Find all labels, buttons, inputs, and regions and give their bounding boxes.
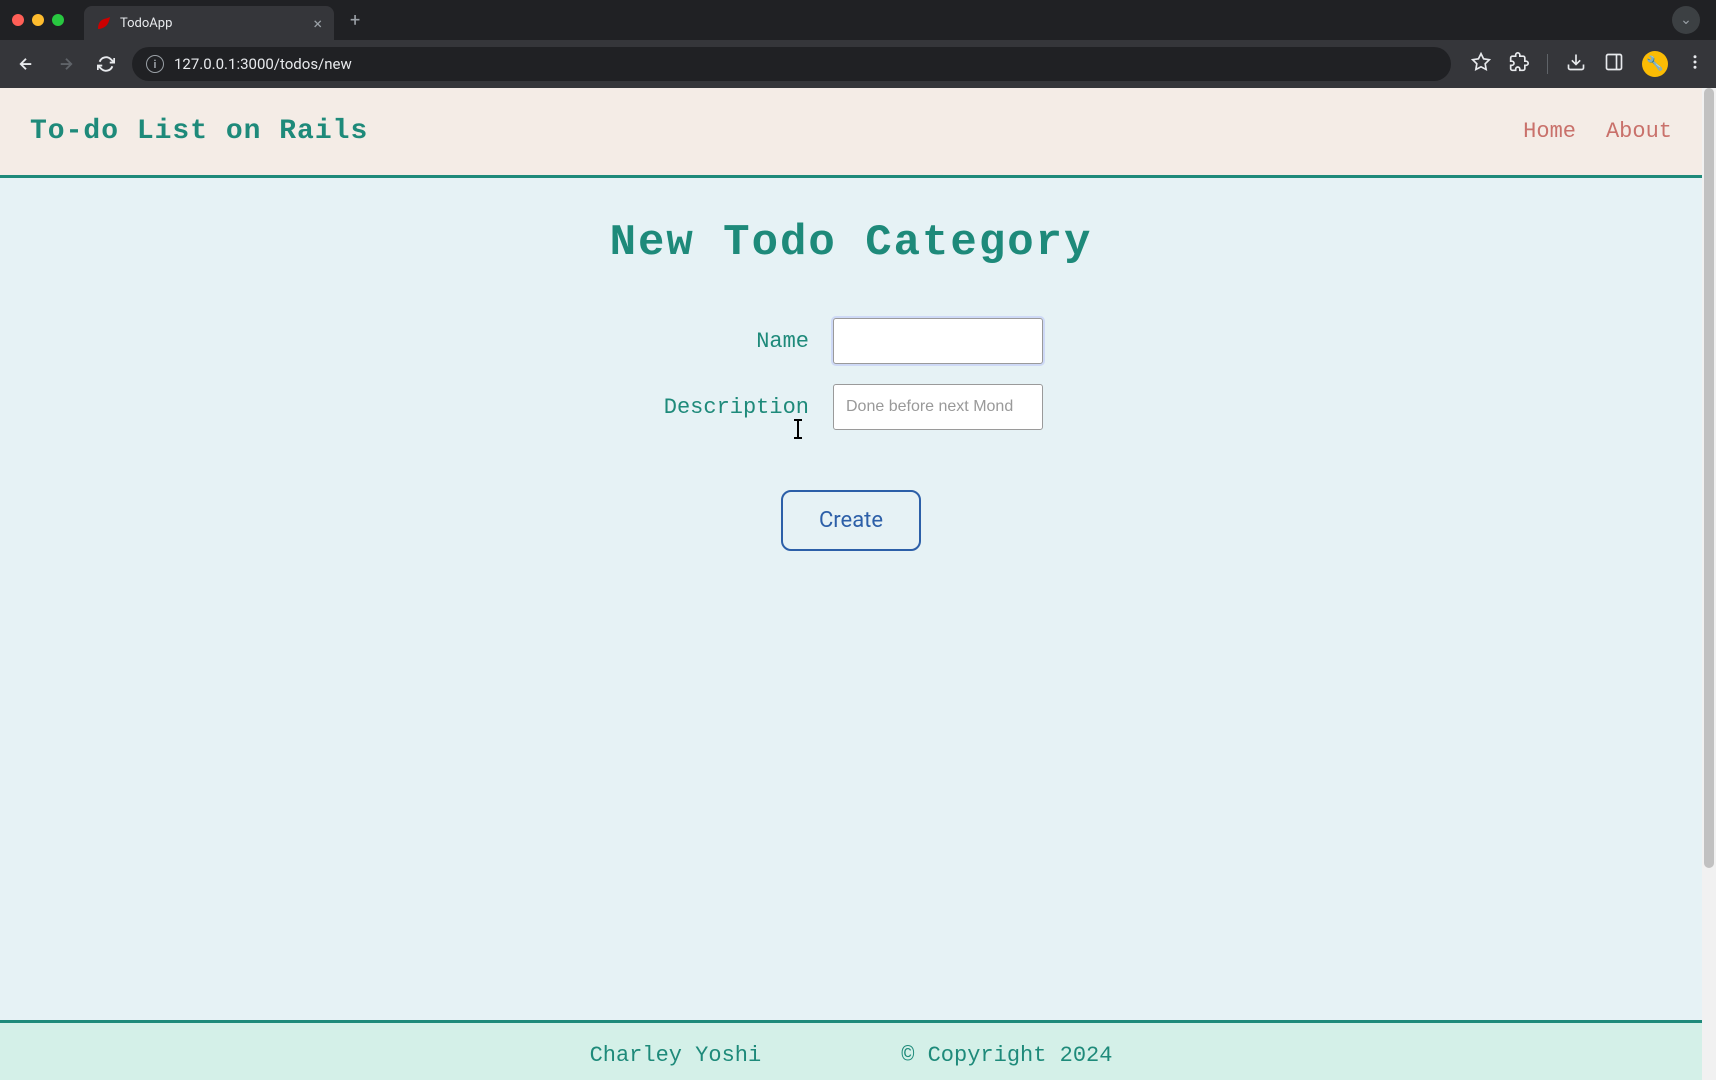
chevron-down-icon[interactable]: ⌄	[1672, 6, 1700, 34]
footer-copyright: © Copyright 2024	[901, 1043, 1112, 1080]
tab-bar: TodoApp × + ⌄	[0, 0, 1716, 40]
browser-tab[interactable]: TodoApp ×	[84, 6, 334, 40]
menu-icon[interactable]	[1686, 53, 1704, 76]
toolbar-icons: 🔧	[1463, 51, 1704, 77]
close-icon[interactable]: ×	[313, 14, 322, 33]
new-tab-button[interactable]: +	[350, 10, 360, 31]
description-label: Description	[659, 395, 809, 420]
address-bar: i 127.0.0.1:3000/todos/new 🔧	[0, 40, 1716, 88]
scrollbar-thumb[interactable]	[1704, 88, 1714, 868]
forward-button[interactable]	[52, 55, 80, 73]
window-minimize-button[interactable]	[32, 14, 44, 26]
viewport: To-do List on Rails Home About New Todo …	[0, 88, 1716, 1080]
download-icon[interactable]	[1566, 52, 1586, 77]
app-footer: Charley Yoshi © Copyright 2024	[0, 1020, 1702, 1080]
tab-title: TodoApp	[120, 16, 305, 31]
extensions-icon[interactable]	[1509, 52, 1529, 77]
window-close-button[interactable]	[12, 14, 24, 26]
back-button[interactable]	[12, 55, 40, 73]
brand-link[interactable]: To-do List on Rails	[30, 116, 368, 147]
app-header: To-do List on Rails Home About	[0, 88, 1702, 178]
name-input[interactable]	[833, 318, 1043, 364]
window-controls	[12, 14, 76, 26]
nav-about-link[interactable]: About	[1606, 119, 1672, 144]
sidepanel-icon[interactable]	[1604, 52, 1624, 77]
name-label: Name	[659, 329, 809, 354]
description-row: Description	[659, 384, 1043, 430]
reload-button[interactable]	[92, 55, 120, 73]
rails-favicon-icon	[96, 15, 112, 31]
info-icon[interactable]: i	[146, 55, 164, 73]
page-content: To-do List on Rails Home About New Todo …	[0, 88, 1702, 1080]
nav-links: Home About	[1523, 119, 1672, 144]
main-content: New Todo Category Name Description Creat…	[0, 178, 1702, 1020]
browser-chrome: TodoApp × + ⌄ i 127.0.0.1:3000/todos/new	[0, 0, 1716, 88]
footer-author: Charley Yoshi	[590, 1043, 762, 1080]
url-input[interactable]: i 127.0.0.1:3000/todos/new	[132, 47, 1451, 81]
star-icon[interactable]	[1471, 52, 1491, 77]
create-button[interactable]: Create	[781, 490, 921, 551]
window-maximize-button[interactable]	[52, 14, 64, 26]
url-text: 127.0.0.1:3000/todos/new	[174, 55, 352, 73]
profile-avatar[interactable]: 🔧	[1642, 51, 1668, 77]
description-input[interactable]	[833, 384, 1043, 430]
scrollbar[interactable]	[1702, 88, 1716, 1080]
name-row: Name	[659, 318, 1043, 364]
page-title: New Todo Category	[610, 218, 1093, 268]
nav-home-link[interactable]: Home	[1523, 119, 1576, 144]
divider	[1547, 54, 1548, 74]
